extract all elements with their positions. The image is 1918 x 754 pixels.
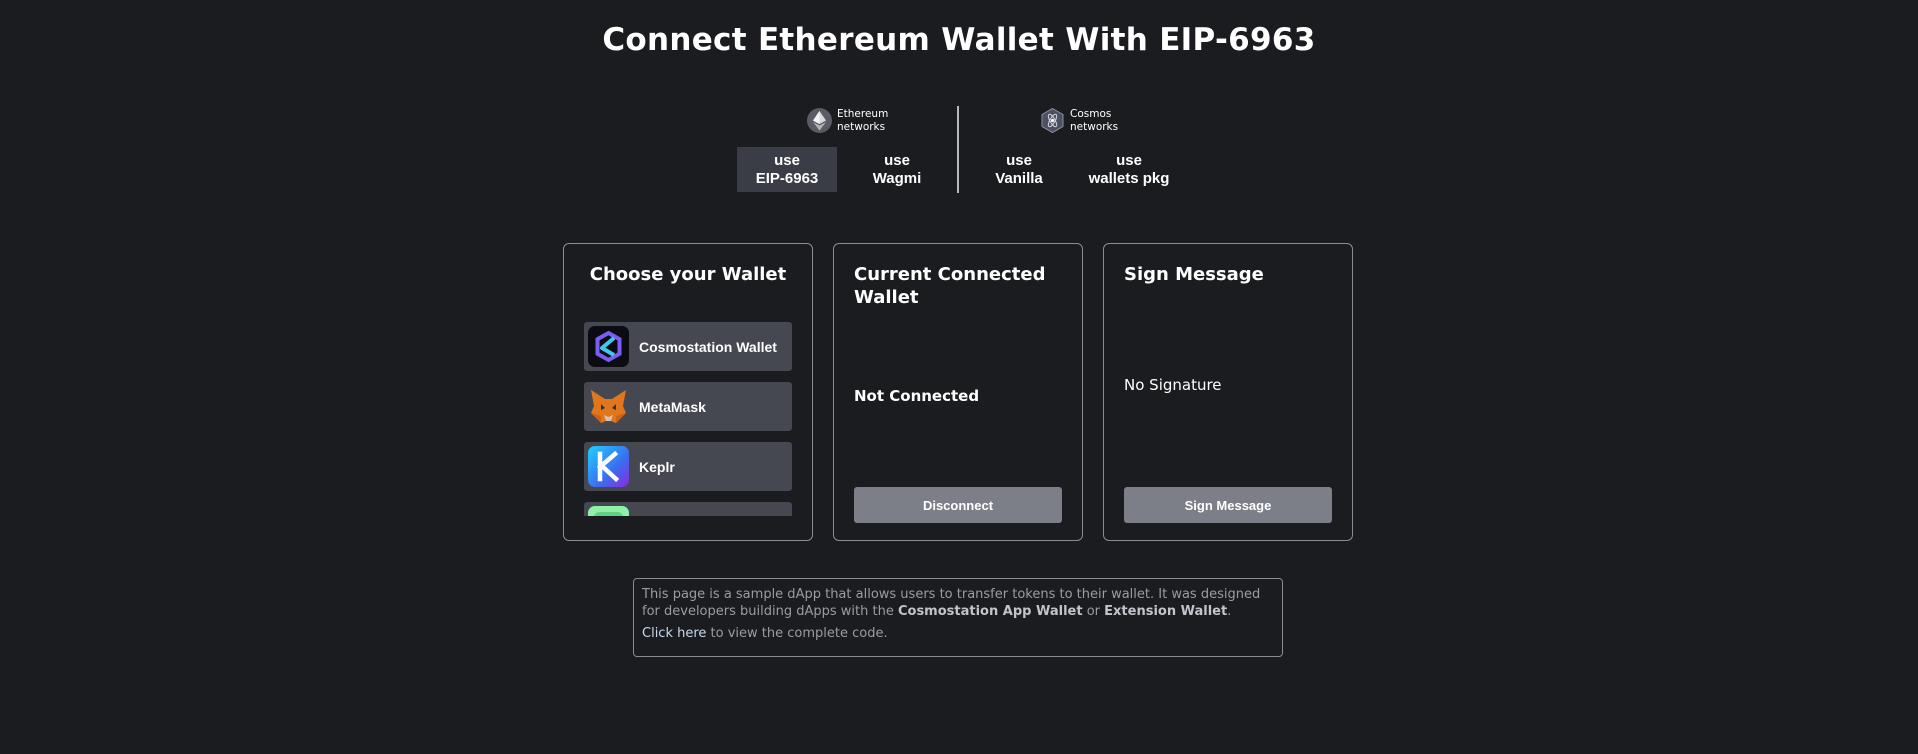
tab-wagmi[interactable]: use Wagmi <box>847 147 947 192</box>
extension-wallet-name: Extension Wallet <box>1104 604 1228 619</box>
cosmos-icon <box>1039 107 1066 134</box>
sign-message-button[interactable]: Sign Message <box>1124 487 1332 523</box>
connected-card-title: Current Connected Wallet <box>854 264 1046 308</box>
tabs-divider <box>957 106 959 193</box>
app-wallet-name: Cosmostation App Wallet <box>897 604 1083 619</box>
ethereum-networks-header: Ethereum networks <box>806 107 889 134</box>
keplr-k-icon <box>588 446 629 487</box>
info-description: This page is a sample dApp that allows u… <box>642 586 1274 620</box>
page-title: Connect Ethereum Wallet With EIP-6963 <box>602 22 1316 58</box>
ethereum-networks-label-line1: Ethereum <box>837 107 889 120</box>
sign-message-card: Sign Message No Signature Sign Message <box>1103 243 1353 541</box>
info-code-line: Click here to view the complete code. <box>642 625 1274 642</box>
ethereum-icon <box>806 107 833 134</box>
cosmos-networks-label-line2: networks <box>1070 120 1119 133</box>
tab-vanilla-line1: use <box>1006 151 1032 169</box>
info-code-text: to view the complete code. <box>710 626 888 641</box>
connection-status: Not Connected <box>854 387 980 405</box>
tab-wallets-pkg[interactable]: use wallets pkg <box>1079 147 1179 192</box>
wallet-name-metamask: MetaMask <box>639 398 706 415</box>
disconnect-button[interactable]: Disconnect <box>854 487 1062 523</box>
connected-wallet-card: Current Connected Wallet Not Connected D… <box>833 243 1083 541</box>
tab-wagmi-line2: Wagmi <box>872 169 922 187</box>
tab-eip-6963-line2: EIP-6963 <box>755 169 819 187</box>
info-period: . <box>1227 604 1232 619</box>
tab-wagmi-line1: use <box>884 151 910 169</box>
wallet-item-cosmostation[interactable]: Cosmostation Wallet <box>584 322 792 371</box>
wallet-name-keplr: Keplr <box>639 458 675 475</box>
tab-eip-6963-line1: use <box>774 151 800 169</box>
tab-eip-6963[interactable]: use EIP-6963 <box>737 147 837 192</box>
info-box: This page is a sample dApp that allows u… <box>633 578 1283 657</box>
cosmos-networks-label-line1: Cosmos <box>1070 107 1112 120</box>
signature-status: No Signature <box>1124 376 1222 394</box>
wallet-selection-card: Choose your Wallet Cosmostation Wallet M… <box>563 243 813 541</box>
metamask-fox-icon <box>588 386 629 427</box>
tab-vanilla-line2: Vanilla <box>995 169 1043 187</box>
ethereum-networks-label-line2: networks <box>837 120 886 133</box>
info-or: or <box>1086 604 1101 619</box>
click-here-link[interactable]: Click here <box>642 626 706 641</box>
tab-wallets-pkg-line2: wallets pkg <box>1088 169 1170 187</box>
wallet-item-partial[interactable] <box>584 502 792 516</box>
green-wallet-logo-icon <box>588 506 629 516</box>
tab-wallets-pkg-line1: use <box>1116 151 1142 169</box>
wallet-name-cosmostation: Cosmostation Wallet <box>639 338 777 355</box>
sign-card-title: Sign Message <box>1124 264 1264 285</box>
wallet-card-title: Choose your Wallet <box>589 264 787 285</box>
cosmostation-logo-icon <box>588 326 629 367</box>
wallet-list[interactable]: Cosmostation Wallet MetaMask Keplr <box>584 322 792 516</box>
tab-vanilla[interactable]: use Vanilla <box>969 147 1069 192</box>
wallet-item-metamask[interactable]: MetaMask <box>584 382 792 431</box>
wallet-item-keplr[interactable]: Keplr <box>584 442 792 491</box>
cosmos-networks-header: Cosmos networks <box>1039 107 1120 134</box>
